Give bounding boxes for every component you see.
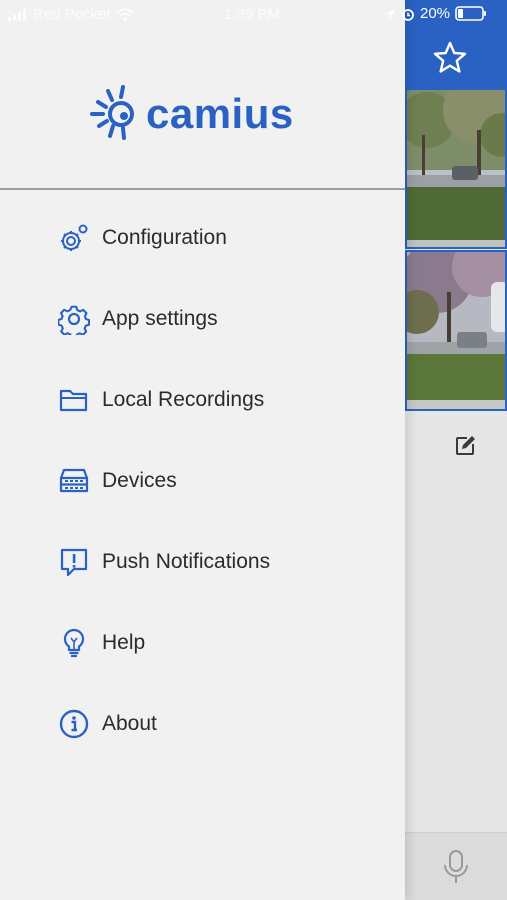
menu-label: App settings <box>102 307 218 330</box>
carrier-group: Red Pocket <box>8 6 134 23</box>
sun-logo-icon <box>90 85 134 140</box>
battery-icon <box>455 6 487 21</box>
menu-item-devices[interactable]: Devices <box>0 446 405 516</box>
bottom-bar <box>405 832 507 900</box>
star-icon[interactable] <box>432 40 468 76</box>
menu-item-push-notifications[interactable]: Push Notifications <box>0 527 405 597</box>
menu-label: Push Notifications <box>102 550 271 573</box>
status-bar: Red Pocket 1:39 PM 20% <box>0 0 507 30</box>
menu-item-configuration[interactable]: Configuration <box>0 203 405 273</box>
alarm-icon <box>402 8 414 21</box>
gears-icon <box>61 224 88 251</box>
alert-bubble-icon <box>60 548 88 577</box>
battery-percent: 20% <box>420 5 451 22</box>
server-icon <box>59 468 89 493</box>
wifi-icon <box>115 8 134 21</box>
camius-logo: camius <box>90 80 320 144</box>
background-app <box>405 0 507 900</box>
camera-thumbnail[interactable] <box>405 88 507 249</box>
menu-label: Local Recordings <box>102 388 265 411</box>
lightbulb-icon <box>63 628 85 658</box>
status-right-group: 20% <box>384 5 487 22</box>
camera-thumbnail[interactable] <box>405 250 507 411</box>
menu-label: Configuration <box>102 226 227 249</box>
menu-item-local-recordings[interactable]: Local Recordings <box>0 365 405 435</box>
menu-label: About <box>102 712 157 735</box>
navigation-drawer: camius Configuration App settings Local … <box>0 0 405 900</box>
menu-item-about[interactable]: About <box>0 689 405 759</box>
logo-text: camius <box>146 90 294 137</box>
microphone-icon[interactable] <box>442 849 470 885</box>
signal-icon <box>8 8 26 21</box>
menu-label: Devices <box>102 469 177 492</box>
divider <box>0 188 405 190</box>
menu-label: Help <box>102 631 146 654</box>
carrier-name: Red Pocket <box>33 6 111 23</box>
menu-item-help[interactable]: Help <box>0 608 405 678</box>
status-time: 1:39 PM <box>224 6 280 23</box>
info-icon <box>59 709 89 739</box>
gear-icon <box>58 305 90 335</box>
folder-icon <box>59 389 88 412</box>
location-icon <box>385 8 395 19</box>
edit-icon[interactable] <box>453 434 477 458</box>
menu-item-app-settings[interactable]: App settings <box>0 284 405 354</box>
